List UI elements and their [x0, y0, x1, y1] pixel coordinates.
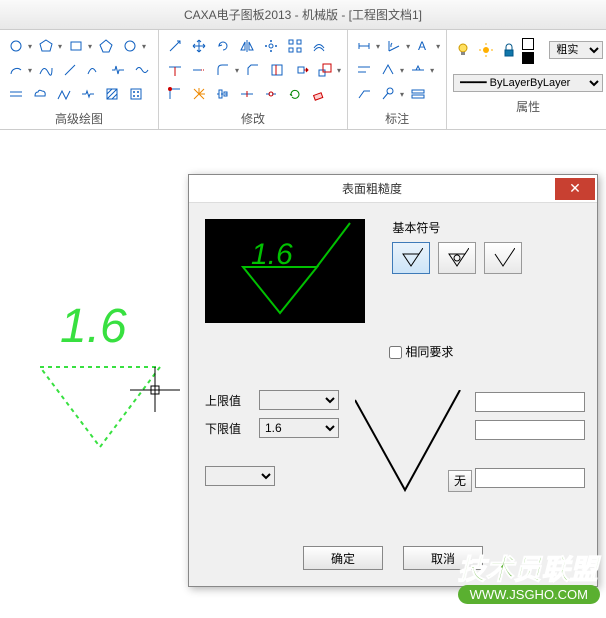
extra-select[interactable]: [205, 466, 275, 486]
symbol-removal-required[interactable]: [392, 242, 430, 274]
color-swatch[interactable]: [522, 36, 545, 64]
surface-icon[interactable]: [378, 60, 398, 80]
refresh-icon[interactable]: [285, 84, 305, 104]
polyline2-icon[interactable]: [84, 60, 104, 80]
ribbon: ▾ ▾ ▾ ▾ ▾ 高级绘图: [0, 30, 606, 130]
group-label-draw: 高级绘图: [6, 106, 152, 129]
circle2-icon[interactable]: [120, 36, 140, 56]
ribbon-group-advanced-draw: ▾ ▾ ▾ ▾ ▾ 高级绘图: [0, 30, 159, 129]
explode-icon[interactable]: [189, 84, 209, 104]
app-title: CAXA电子图板2013 - 机械版 - [工程图文档1]: [184, 8, 422, 22]
stretch-icon[interactable]: [291, 60, 311, 80]
same-requirement-checkbox[interactable]: [389, 346, 402, 359]
corner-icon[interactable]: [165, 84, 185, 104]
array-icon[interactable]: [261, 36, 281, 56]
symbol-group-label: 基本符号: [392, 219, 522, 236]
polygon-icon[interactable]: [36, 36, 56, 56]
group-label-modify: 修改: [165, 106, 341, 129]
welding-icon[interactable]: [408, 60, 428, 80]
svg-text:A: A: [418, 39, 426, 53]
trim-icon[interactable]: [165, 60, 185, 80]
hatch-icon[interactable]: [102, 84, 122, 104]
break2-icon[interactable]: [267, 60, 287, 80]
preview-box: 1.6: [205, 219, 365, 323]
same-requirement-label[interactable]: 相同要求: [389, 345, 453, 359]
balloon-icon[interactable]: [378, 84, 398, 104]
group-label-annotate: 标注: [354, 106, 440, 129]
move-icon[interactable]: [189, 36, 209, 56]
scale-icon[interactable]: [165, 36, 185, 56]
ribbon-group-properties: 粗实 ━━━━ ByLayerByLayer 属性: [447, 30, 606, 129]
pattern-icon[interactable]: [126, 84, 146, 104]
bulb-icon[interactable]: [453, 40, 472, 60]
linetype-select[interactable]: ━━━━ ByLayerByLayer: [453, 74, 603, 92]
split-icon[interactable]: [237, 84, 257, 104]
ghost-roughness-symbol: 1.6: [20, 282, 180, 455]
align-icon[interactable]: [213, 84, 233, 104]
offset2-icon[interactable]: [309, 36, 329, 56]
dim-linear-icon[interactable]: [354, 36, 374, 56]
line-icon[interactable]: [60, 60, 80, 80]
mirror-icon[interactable]: [237, 36, 257, 56]
app-titlebar: CAXA电子图板2013 - 机械版 - [工程图文档1]: [0, 0, 606, 30]
scale2-icon[interactable]: [315, 60, 335, 80]
pentagon-icon[interactable]: [96, 36, 116, 56]
text-icon[interactable]: A: [414, 36, 434, 56]
symbol-removal-prohibited[interactable]: [438, 242, 476, 274]
ok-button[interactable]: 确定: [303, 546, 383, 570]
lineweight-select[interactable]: 粗实: [549, 41, 603, 59]
circle-icon[interactable]: [6, 36, 26, 56]
dialog-titlebar[interactable]: 表面粗糙度 ✕: [189, 175, 597, 203]
zigzag-icon[interactable]: [108, 60, 128, 80]
process-input[interactable]: [475, 468, 585, 488]
offset-icon[interactable]: [6, 84, 26, 104]
sun-icon[interactable]: [476, 40, 495, 60]
dialog-title: 表面粗糙度: [189, 180, 555, 197]
rect-icon[interactable]: [66, 36, 86, 56]
lower-text-input[interactable]: [475, 420, 585, 440]
rotate-icon[interactable]: [213, 36, 233, 56]
upper-text-input[interactable]: [475, 392, 585, 412]
erase-icon[interactable]: [309, 84, 329, 104]
svg-text:1.6: 1.6: [60, 300, 127, 353]
symbol-group: 基本符号: [392, 219, 522, 274]
group-label-properties: 属性: [453, 94, 603, 117]
wave-icon[interactable]: [132, 60, 152, 80]
break-icon[interactable]: [78, 84, 98, 104]
lower-label: 下限值: [205, 420, 259, 437]
fillet-icon[interactable]: [213, 60, 233, 80]
leader-icon[interactable]: [354, 84, 374, 104]
dim-angle-icon[interactable]: [384, 36, 404, 56]
lock-icon[interactable]: [499, 40, 518, 60]
none-button[interactable]: 无: [448, 470, 472, 492]
upper-label: 上限值: [205, 392, 259, 409]
cancel-button[interactable]: 取消: [403, 546, 483, 570]
upper-value-select[interactable]: [259, 390, 339, 410]
lower-value-select[interactable]: 1.6: [259, 418, 339, 438]
ribbon-group-annotate: ▾ ▾ A▾ ▾ ▾ ▾ 标注: [348, 30, 447, 129]
spline-icon[interactable]: [36, 60, 56, 80]
close-icon[interactable]: ✕: [555, 178, 595, 200]
ribbon-group-modify: ▾ ▾ 修改: [159, 30, 348, 129]
arc-icon[interactable]: [6, 60, 26, 80]
surface-roughness-dialog: 表面粗糙度 ✕ 1.6 基本符号: [188, 174, 598, 587]
params-area: 上限值 下限值 1.6 无: [205, 390, 581, 520]
extend-icon[interactable]: [189, 60, 209, 80]
dim-baseline-icon[interactable]: [354, 60, 374, 80]
symbol-basic[interactable]: [484, 242, 522, 274]
chamfer-icon[interactable]: [243, 60, 263, 80]
join-icon[interactable]: [261, 84, 281, 104]
polyline3-icon[interactable]: [54, 84, 74, 104]
copy-array-icon[interactable]: [285, 36, 305, 56]
dim-style-icon[interactable]: [408, 84, 428, 104]
cloud-icon[interactable]: [30, 84, 50, 104]
